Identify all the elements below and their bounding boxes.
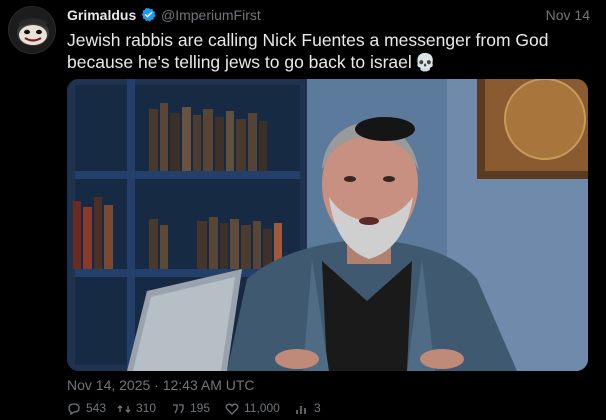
skull-emoji: 💀 xyxy=(414,53,436,72)
views-icon xyxy=(296,406,306,414)
tweet-body: Jewish rabbis are calling Nick Fuentes a… xyxy=(67,30,549,72)
tweet-text: Jewish rabbis are calling Nick Fuentes a… xyxy=(67,29,587,74)
tweet-actions: 543 310 195 11,000 3 xyxy=(67,400,606,420)
verified-badge-icon xyxy=(141,7,156,22)
retweet-icon xyxy=(117,405,131,413)
tweet-header: Grimaldus @ImperiumFirst Nov 14 xyxy=(67,6,590,24)
views-count: 3 xyxy=(314,401,321,415)
like-count: 11,000 xyxy=(244,401,280,415)
like-icon xyxy=(225,403,239,415)
tweet-date[interactable]: Nov 14 xyxy=(546,7,590,23)
retweet-count: 310 xyxy=(136,401,157,415)
tweet[interactable]: Grimaldus @ImperiumFirst Nov 14 Jewish r… xyxy=(0,0,606,416)
reply-count: 543 xyxy=(86,401,107,415)
quote-icon xyxy=(173,404,184,414)
handle[interactable]: @ImperiumFirst xyxy=(161,7,261,23)
avatar[interactable] xyxy=(8,6,56,54)
tweet-timestamp[interactable]: Nov 14, 2025 · 12:43 AM UTC xyxy=(67,377,255,393)
display-name[interactable]: Grimaldus xyxy=(67,7,136,23)
tweet-media[interactable] xyxy=(67,79,588,371)
reply-icon xyxy=(68,403,80,416)
quote-count: 195 xyxy=(190,401,211,415)
